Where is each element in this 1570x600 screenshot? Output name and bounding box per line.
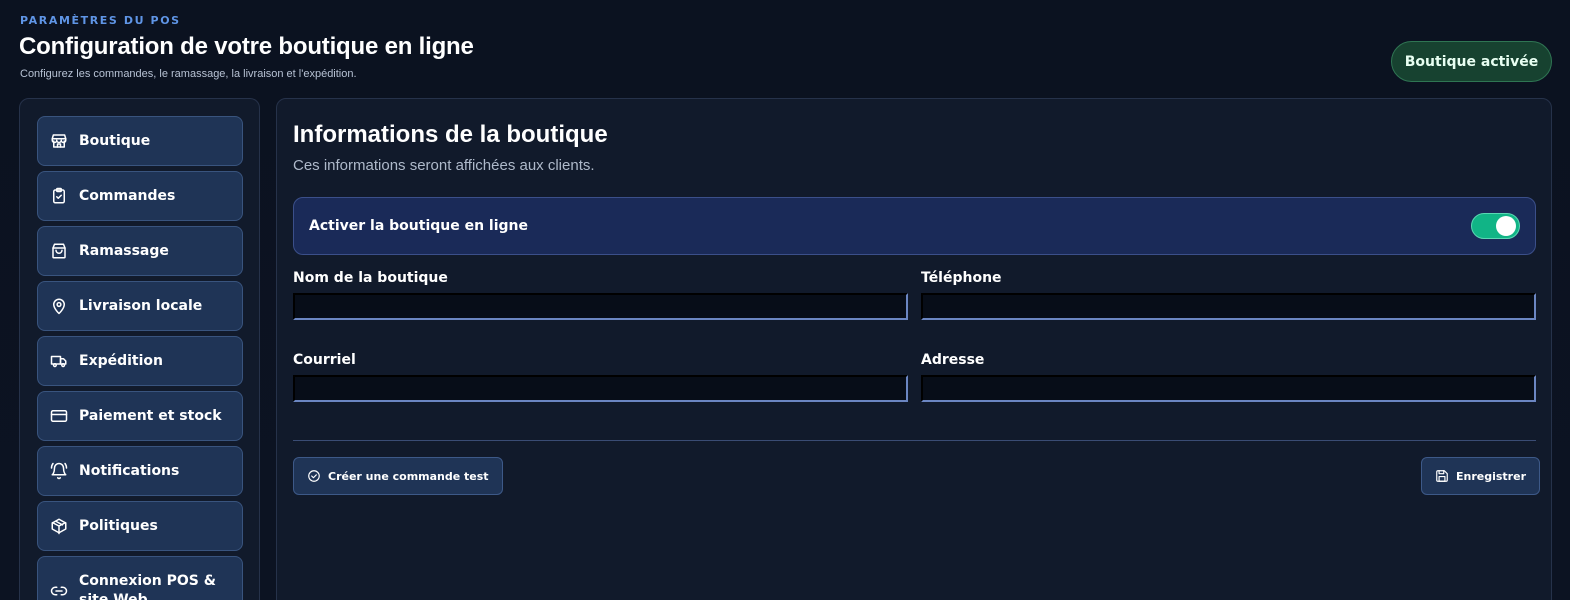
- sidebar-item-label: Notifications: [79, 463, 180, 479]
- page-eyebrow: PARAMÈTRES DU POS: [20, 14, 181, 27]
- sidebar-item-label: Paiement et stock: [79, 408, 222, 424]
- pos-settings-page: PARAMÈTRES DU POS Configuration de votre…: [0, 0, 1570, 600]
- shopping-bag-icon: [50, 242, 68, 260]
- store-icon: [50, 132, 68, 150]
- shop-name-label: Nom de la boutique: [293, 270, 448, 286]
- sidebar-item-label: Livraison locale: [79, 298, 203, 314]
- sidebar-item-paiement-stock[interactable]: Paiement et stock: [37, 391, 243, 441]
- sidebar-item-label: Ramassage: [79, 243, 169, 259]
- sidebar-item-label: Boutique: [79, 133, 151, 149]
- section-divider: [293, 440, 1536, 441]
- sidebar-item-label: Commandes: [79, 188, 176, 204]
- save-icon: [1435, 469, 1449, 483]
- main-panel: Informations de la boutique Ces informat…: [276, 98, 1552, 600]
- sidebar-item-commandes[interactable]: Commandes: [37, 171, 243, 221]
- save-label: Enregistrer: [1456, 469, 1526, 483]
- sidebar-item-connexion-pos[interactable]: Connexion POS & site Web: [37, 556, 243, 600]
- toggle-knob: [1496, 216, 1516, 236]
- save-button[interactable]: Enregistrer: [1421, 457, 1540, 495]
- page-title: Configuration de votre boutique en ligne: [19, 33, 474, 60]
- sidebar-item-livraison-locale[interactable]: Livraison locale: [37, 281, 243, 331]
- sidebar-item-label: Expédition: [79, 353, 164, 369]
- enable-shop-label: Activer la boutique en ligne: [309, 218, 529, 234]
- phone-label: Téléphone: [921, 270, 1002, 286]
- settings-sidebar: Boutique Commandes Ramassage Livraison l…: [19, 98, 260, 600]
- package-icon: [50, 517, 68, 535]
- sidebar-item-label: Connexion POS & site Web: [79, 573, 216, 600]
- sidebar-item-politiques[interactable]: Politiques: [37, 501, 243, 551]
- section-subtitle: Ces informations seront affichées aux cl…: [293, 157, 595, 174]
- check-circle-icon: [307, 469, 321, 483]
- shop-name-field[interactable]: [293, 293, 908, 320]
- phone-field[interactable]: [921, 293, 1536, 320]
- enable-shop-card: Activer la boutique en ligne: [293, 197, 1536, 255]
- bell-ring-icon: [50, 462, 68, 480]
- sidebar-item-expedition[interactable]: Expédition: [37, 336, 243, 386]
- address-field[interactable]: [921, 375, 1536, 402]
- credit-card-icon: [50, 407, 68, 425]
- sidebar-item-label: Politiques: [79, 518, 158, 534]
- create-test-order-label: Créer une commande test: [328, 469, 489, 483]
- address-label: Adresse: [921, 352, 985, 368]
- email-field[interactable]: [293, 375, 908, 402]
- map-pin-icon: [50, 297, 68, 315]
- sidebar-item-boutique[interactable]: Boutique: [37, 116, 243, 166]
- link-icon: [50, 582, 68, 600]
- page-subtitle: Configurez les commandes, le ramassage, …: [20, 68, 357, 80]
- create-test-order-button[interactable]: Créer une commande test: [293, 457, 503, 495]
- status-badge: Boutique activée: [1391, 41, 1552, 82]
- enable-shop-toggle[interactable]: [1471, 213, 1520, 239]
- email-label: Courriel: [293, 352, 356, 368]
- sidebar-item-notifications[interactable]: Notifications: [37, 446, 243, 496]
- clipboard-check-icon: [50, 187, 68, 205]
- truck-icon: [50, 352, 68, 370]
- section-title: Informations de la boutique: [293, 121, 608, 148]
- sidebar-item-ramassage[interactable]: Ramassage: [37, 226, 243, 276]
